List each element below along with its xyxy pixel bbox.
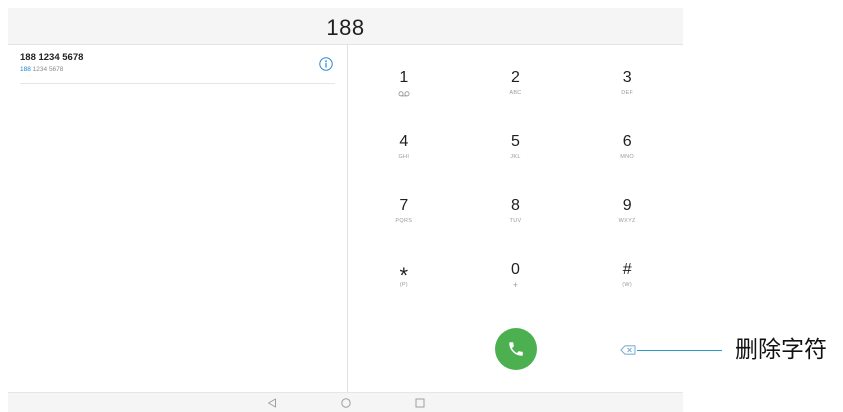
backspace-icon xyxy=(620,345,636,355)
info-icon[interactable] xyxy=(319,57,333,71)
key-letters: (P) xyxy=(399,282,408,288)
key-digit: 0 xyxy=(511,261,520,278)
key-8[interactable]: 8 TUV xyxy=(460,194,572,258)
key-digit: 3 xyxy=(622,69,632,86)
back-button[interactable] xyxy=(262,393,282,412)
key-letters: TUV xyxy=(509,218,522,224)
key-2[interactable]: 2 ABC xyxy=(460,66,572,130)
dialed-number-bar: 188 xyxy=(8,8,683,45)
key-hash[interactable]: # (W) xyxy=(571,258,683,322)
suggestion-number: 188 1234 5678 xyxy=(20,52,84,63)
voicemail-icon xyxy=(398,91,410,97)
key-letters: + xyxy=(512,280,519,290)
call-button[interactable] xyxy=(495,328,537,370)
key-5[interactable]: 5 JKL xyxy=(460,130,572,194)
key-digit: # xyxy=(622,261,632,278)
key-3[interactable]: 3 DEF xyxy=(571,66,683,130)
key-6[interactable]: 6 MNO xyxy=(571,130,683,194)
suggestion-detail-match: 188 xyxy=(20,66,31,73)
key-digit: 8 xyxy=(511,197,520,214)
recents-icon xyxy=(415,398,425,408)
key-digit: 4 xyxy=(399,133,409,150)
key-letters: GHI xyxy=(398,154,410,160)
contact-suggestion-row[interactable]: 188 1234 5678 188 1234 5678 xyxy=(20,49,335,84)
key-letters: WXYZ xyxy=(618,218,636,224)
key-letters: MNO xyxy=(620,154,635,160)
key-digit: 5 xyxy=(511,133,520,150)
phone-icon xyxy=(507,340,525,358)
key-digit: 1 xyxy=(399,69,409,86)
suggestion-detail: 188 1234 5678 xyxy=(20,66,63,74)
home-button[interactable] xyxy=(336,393,356,412)
key-letters: DEF xyxy=(621,90,634,96)
keypad: 1 2 ABC 3 DEF 4 GHI 5 JKL 6 MNO 7 PQRS 8… xyxy=(348,66,683,322)
key-letters: PQRS xyxy=(395,218,413,224)
home-icon xyxy=(341,397,351,408)
key-digit: * xyxy=(399,263,409,288)
dialpad-panel: 1 2 ABC 3 DEF 4 GHI 5 JKL 6 MNO 7 PQRS 8… xyxy=(348,45,683,392)
recents-button[interactable] xyxy=(410,393,430,412)
suggestion-detail-rest: 1234 5678 xyxy=(32,66,64,73)
key-letters: (W) xyxy=(622,282,633,288)
key-digit: 7 xyxy=(399,197,409,214)
annotation-leader-line xyxy=(637,350,722,351)
key-digit: 6 xyxy=(622,133,632,150)
annotation-label: 删除字符 xyxy=(735,337,827,363)
key-1[interactable]: 1 xyxy=(348,66,460,130)
dialed-number-field[interactable]: 188 xyxy=(326,14,364,42)
key-0[interactable]: 0 + xyxy=(460,258,572,322)
key-digit: 9 xyxy=(622,197,632,214)
back-icon xyxy=(267,398,277,408)
key-7[interactable]: 7 PQRS xyxy=(348,194,460,258)
key-letters: JKL xyxy=(510,154,521,160)
navigation-bar xyxy=(8,392,683,412)
key-letters: ABC xyxy=(509,90,522,96)
key-star[interactable]: * (P) xyxy=(348,258,460,322)
key-9[interactable]: 9 WXYZ xyxy=(571,194,683,258)
key-digit: 2 xyxy=(511,69,520,86)
key-4[interactable]: 4 GHI xyxy=(348,130,460,194)
suggestion-panel: 188 1234 5678 188 1234 5678 xyxy=(8,45,348,392)
phone-screen: 188 188 1234 5678 188 1234 5678 1 2 ABC … xyxy=(8,8,683,412)
